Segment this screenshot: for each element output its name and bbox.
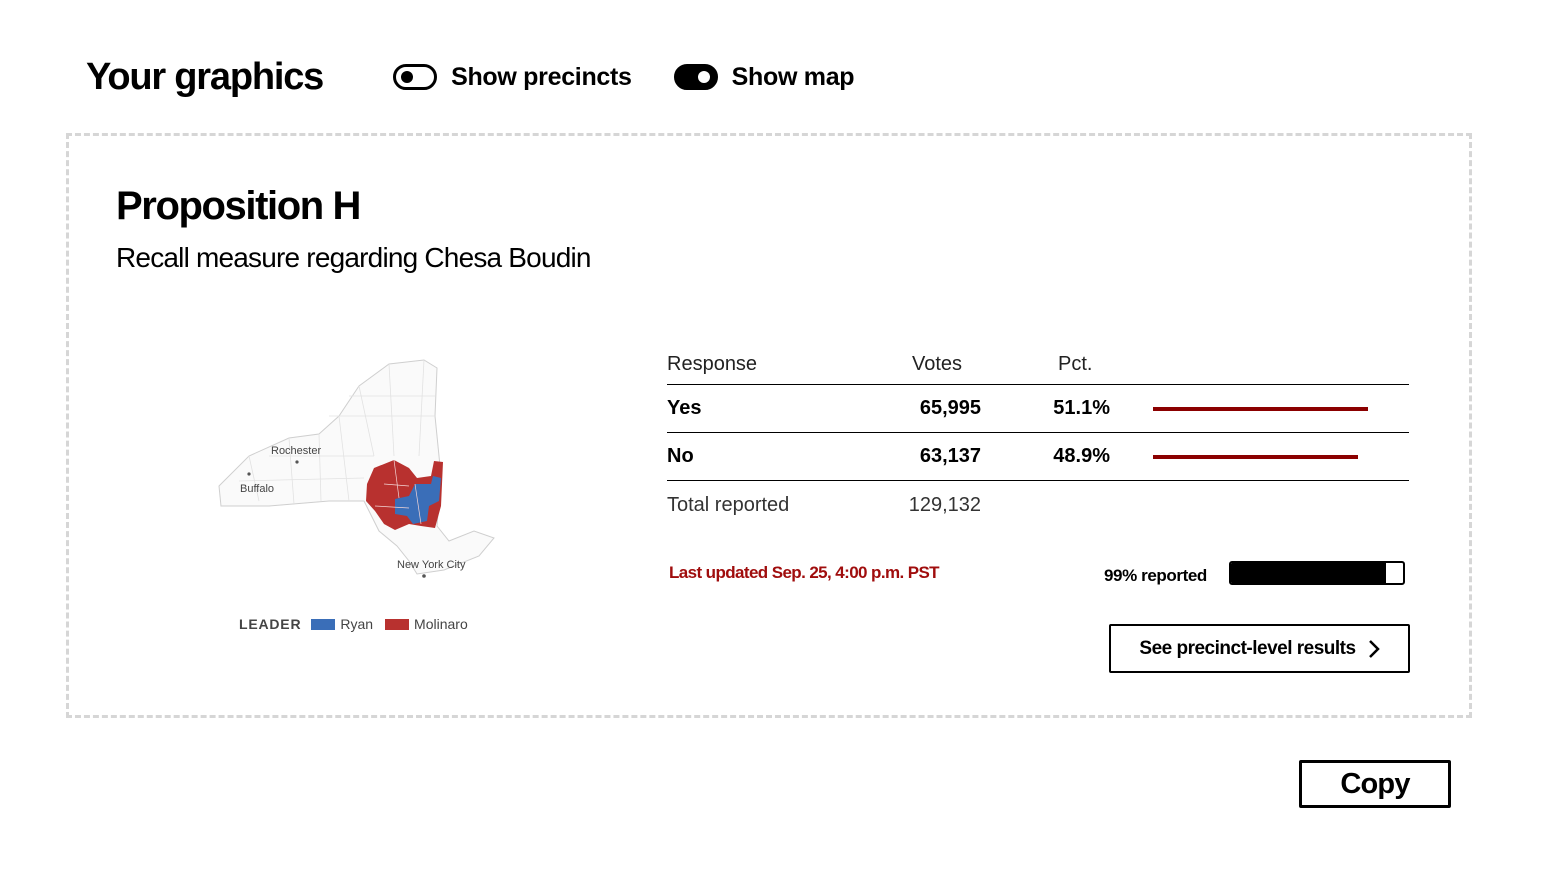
results-header-row: Response Votes Pct. (667, 351, 1409, 385)
legend-swatch-molinaro (385, 618, 410, 630)
show-map-toggle[interactable]: Show map (673, 62, 855, 92)
reported-progress-bar (1229, 561, 1405, 585)
chevron-right-icon (1368, 639, 1380, 658)
rochester-marker (295, 460, 299, 464)
table-row: No 63,137 48.9% (667, 433, 1409, 481)
reported-progress-fill (1231, 563, 1386, 583)
vote-bar-no (1153, 454, 1359, 459)
city-label-rochester: Rochester (271, 445, 321, 457)
header: Your graphics Show precincts Show map (86, 52, 896, 102)
race-subtitle: Recall measure regarding Chesa Boudin (116, 242, 592, 273)
map-legend: LEADER Ryan Molinaro (239, 616, 480, 632)
toggle-label: Show map (731, 62, 855, 91)
pct-no: 48.9% (1053, 445, 1110, 467)
page-title: Your graphics (86, 55, 324, 98)
total-row: Total reported 129,132 (667, 481, 1409, 529)
votes-no: 63,137 (919, 445, 981, 467)
bar-cell-yes (1153, 385, 1379, 432)
graphic-preview-card: Proposition H Recall measure regarding C… (66, 133, 1472, 718)
legend-item-ryan: Ryan (311, 616, 373, 632)
toggle-switch-off[interactable] (393, 64, 438, 90)
legend-title: LEADER (239, 616, 302, 632)
legend-label-molinaro: Molinaro (414, 616, 468, 632)
toggle-label: Show precincts (451, 62, 632, 91)
state-map-svg: Rochester Buffalo New York City (218, 359, 495, 578)
column-header-pct: Pct. (1058, 353, 1093, 375)
total-label: Total reported (667, 493, 790, 516)
column-header-votes: Votes (912, 353, 963, 375)
response-yes: Yes (667, 397, 702, 419)
race-title: Proposition H (116, 184, 361, 228)
state-outline (218, 359, 495, 575)
copy-button[interactable]: Copy (1299, 760, 1451, 808)
toggle-switch-on[interactable] (673, 64, 718, 90)
bar-cell-no (1153, 433, 1379, 480)
toggle-knob (401, 71, 414, 83)
toggle-knob (697, 71, 710, 83)
reported-label: 99% reported (1104, 566, 1207, 585)
legend-swatch-ryan (311, 618, 336, 630)
precinct-button-label: See precinct-level results (1139, 637, 1356, 659)
vote-bar-yes (1153, 406, 1368, 411)
column-header-response: Response (667, 353, 758, 375)
legend-label-ryan: Ryan (340, 616, 374, 632)
nyc-marker (422, 574, 426, 578)
pct-yes: 51.1% (1053, 397, 1110, 419)
buffalo-marker (247, 472, 251, 476)
show-precincts-toggle[interactable]: Show precincts (393, 63, 632, 92)
votes-yes: 65,995 (919, 397, 981, 419)
city-label-buffalo: Buffalo (240, 483, 274, 495)
response-no: No (667, 445, 694, 467)
table-row: Yes 65,995 51.1% (667, 385, 1409, 433)
total-votes: 129,132 (908, 493, 981, 516)
last-updated: Last updated Sep. 25, 4:00 p.m. PST (669, 563, 940, 582)
results-table: Response Votes Pct. Yes 65,995 51.1% No … (667, 351, 1409, 529)
results-map: Rochester Buffalo New York City (209, 356, 509, 586)
legend-item-molinaro: Molinaro (385, 616, 468, 632)
see-precinct-results-button[interactable]: See precinct-level results (1109, 624, 1410, 673)
city-label-nyc: New York City (397, 559, 466, 571)
